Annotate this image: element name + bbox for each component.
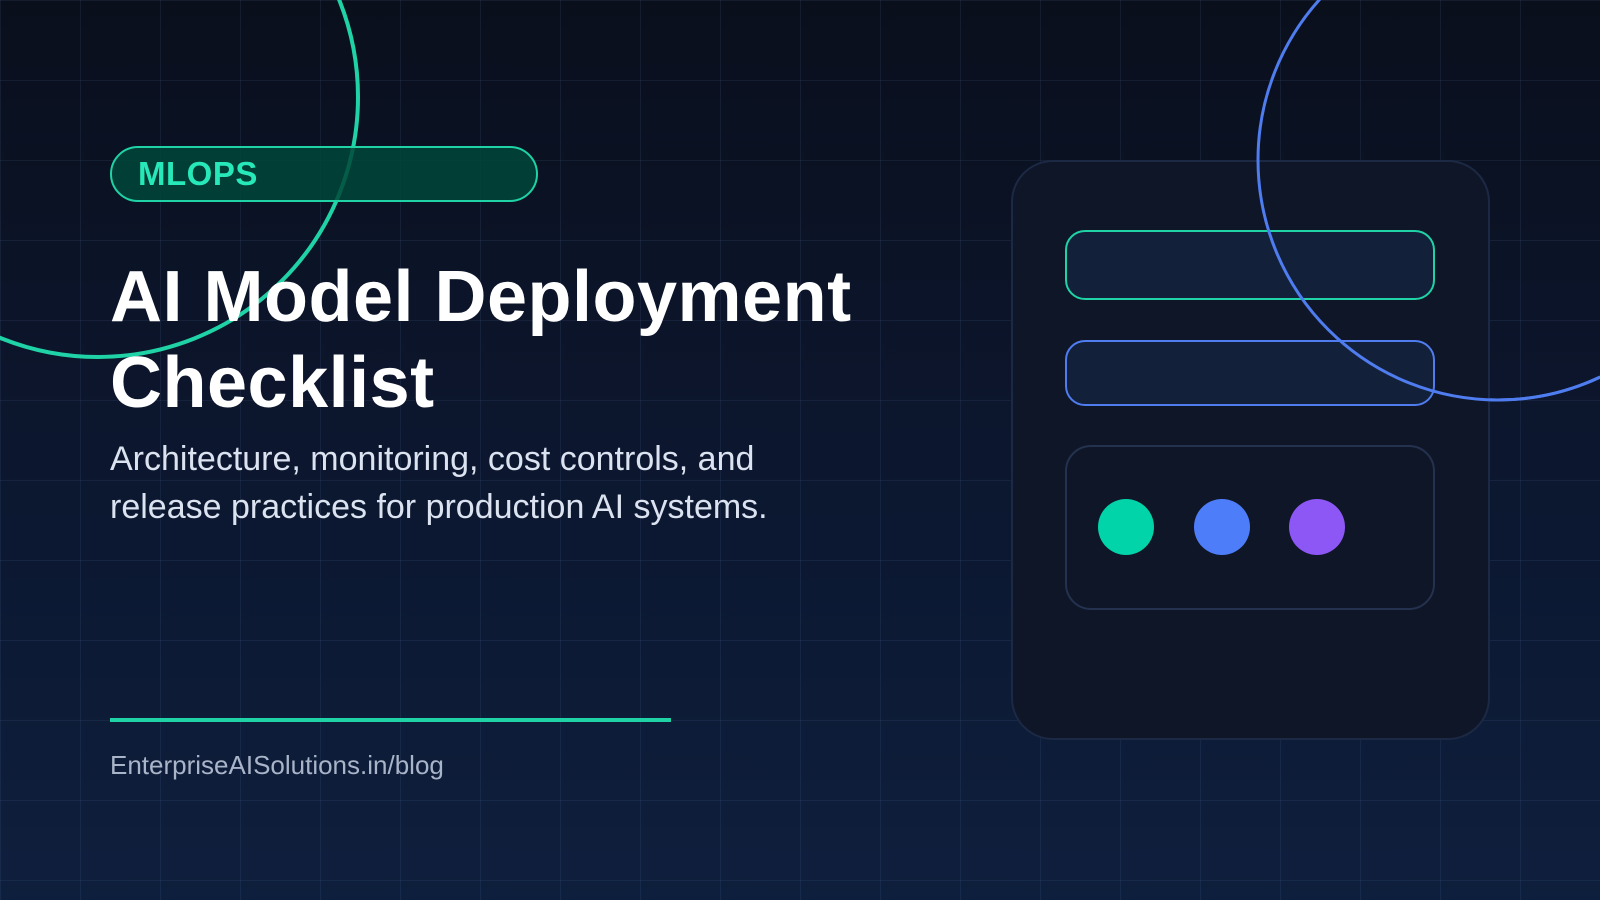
page-subtitle: Architecture, monitoring, cost controls,… bbox=[110, 440, 768, 526]
illustration-row-green bbox=[1065, 230, 1435, 300]
category-badge: MLOPS bbox=[110, 146, 538, 202]
green-status-dot bbox=[1098, 499, 1154, 555]
illustration-row-blue bbox=[1065, 340, 1435, 406]
accent-divider bbox=[110, 718, 671, 722]
blue-status-dot bbox=[1194, 499, 1250, 555]
site-url: EnterpriseAISolutions.in/blog bbox=[110, 750, 444, 780]
page-title: AI Model Deployment Checklist bbox=[110, 257, 852, 423]
category-badge-label: MLOPS bbox=[138, 155, 258, 192]
purple-status-dot bbox=[1289, 499, 1345, 555]
